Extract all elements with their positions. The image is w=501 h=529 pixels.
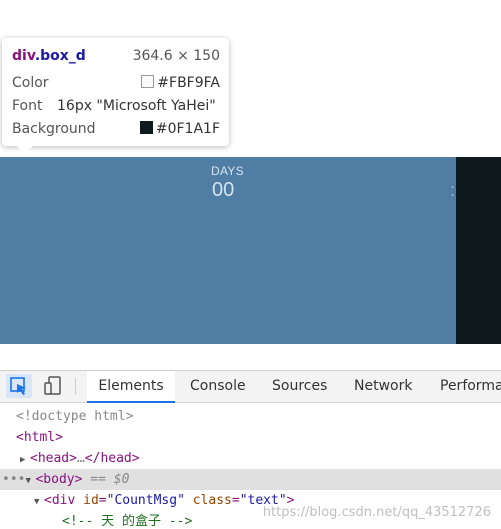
tooltip-background-label: Background <box>12 121 96 137</box>
tooltip-color-row: Color #FBF9FA <box>12 73 220 93</box>
tooltip-tag-name: div <box>12 48 35 64</box>
tab-elements[interactable]: Elements <box>87 371 175 403</box>
tooltip-background-row: Background #0F1A1F <box>12 119 220 139</box>
comment-text: <!-- 天 的盒子 --> <box>62 514 193 529</box>
tab-performance[interactable]: Performa <box>440 371 501 402</box>
body-tag: <body> <box>35 472 83 487</box>
div-id-attr: id <box>83 493 99 508</box>
days-value: 00 <box>212 179 235 201</box>
devtools-panel: Elements Console Sources Network Perform… <box>0 370 501 529</box>
days-label: DAYS <box>211 164 244 178</box>
background-swatch-icon <box>139 121 153 134</box>
devtools-toolbar: Elements Console Sources Network Perform… <box>0 371 501 403</box>
tooltip-color-value-wrap: #FBF9FA <box>141 73 220 93</box>
more-dots-icon[interactable]: ••• <box>2 472 25 487</box>
head-close-tag: </head> <box>84 451 140 466</box>
tooltip-background-value-wrap: #0F1A1F <box>139 119 220 139</box>
dom-node-html[interactable]: <html> <box>0 427 501 448</box>
tab-console[interactable]: Console <box>190 371 246 402</box>
head-open-tag: <head> <box>30 451 77 466</box>
div-open-tag: <div <box>44 493 76 508</box>
dom-node-body[interactable]: •••▼ <body> == $0 <box>0 469 501 490</box>
div-class-attr: class <box>192 493 232 508</box>
selected-marker: == $0 <box>90 472 130 487</box>
watermark: https://blog.csdn.net/qq_43512726 <box>262 505 491 520</box>
tooltip-header: div.box_d 364.6 × 150 <box>12 46 220 66</box>
dom-node-head[interactable]: ▶ <head>…</head> <box>0 448 501 469</box>
tooltip-color-label: Color <box>12 75 49 91</box>
dom-node-doctype[interactable]: <!doctype html> <box>0 406 501 427</box>
tooltip-class-name: .box_d <box>34 48 86 64</box>
toolbar-divider <box>75 378 76 395</box>
tooltip-font-label: Font <box>12 98 43 114</box>
div-id-value: "CountMsg" <box>106 493 185 508</box>
tooltip-color-value: #FBF9FA <box>157 75 220 91</box>
inspect-tooltip: div.box_d 364.6 × 150 Color #FBF9FA Font… <box>2 38 229 154</box>
doctype-text: <!doctype html> <box>16 409 134 424</box>
color-swatch-icon <box>141 75 155 88</box>
expand-right-icon[interactable]: ▶ <box>20 450 30 471</box>
tooltip-arrow <box>17 146 33 154</box>
tooltip-size: 364.6 × 150 <box>132 48 220 64</box>
device-toolbar-icon[interactable] <box>40 374 66 398</box>
dark-countdown-box <box>456 157 501 344</box>
page-viewport: : DAYS 00 div.box_d 364.6 × 150 Color #F… <box>0 0 501 370</box>
head-ellipsis: … <box>76 451 85 466</box>
tooltip-background-value: #0F1A1F <box>155 121 220 137</box>
expand-down-icon[interactable]: ▼ <box>25 471 35 492</box>
countdown-separator: : <box>450 180 456 200</box>
tab-sources[interactable]: Sources <box>272 371 327 402</box>
html-tag: <html> <box>16 430 63 445</box>
tab-network[interactable]: Network <box>354 371 412 402</box>
tooltip-font-row: Font 16px "Microsoft YaHei" <box>12 96 220 116</box>
tooltip-font-value: 16px "Microsoft YaHei" <box>57 98 216 114</box>
expand-down-icon[interactable]: ▼ <box>34 492 44 513</box>
inspect-element-icon[interactable] <box>6 374 32 398</box>
